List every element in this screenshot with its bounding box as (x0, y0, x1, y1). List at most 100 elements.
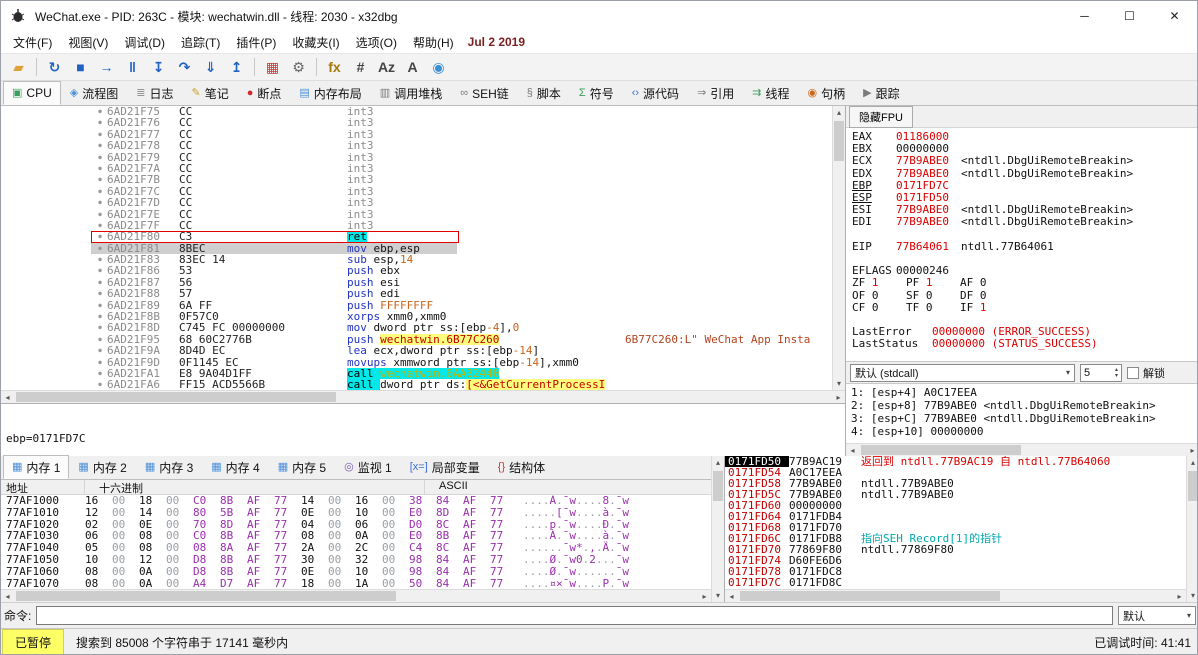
close-button[interactable]: ✕ (1152, 1, 1197, 31)
breakpoint-dot-icon[interactable]: ● (93, 265, 107, 276)
tab-notes[interactable]: ✎笔记 (182, 81, 237, 105)
breakpoint-dot-icon[interactable]: ● (93, 129, 107, 140)
scroll-down-icon[interactable]: ▾ (712, 589, 725, 602)
breakpoint-dot-icon[interactable]: ● (93, 106, 107, 117)
disassembly-view[interactable]: ●6AD21F75CCint3●6AD21F76CCint3●6AD21F77C… (1, 106, 845, 390)
assemble-button[interactable]: Az (374, 56, 399, 79)
breakpoint-dot-icon[interactable]: ● (93, 300, 107, 311)
dump-vscroll[interactable]: ▴ ▾ (711, 456, 724, 602)
flag-pf[interactable]: PF 1 (906, 277, 960, 289)
register-row[interactable]: CF 0TF 0IF 1 (852, 302, 1193, 314)
stack-hscroll[interactable]: ◂ ▸ (725, 589, 1186, 602)
breakpoint-dot-icon[interactable]: ● (93, 140, 107, 151)
register-row[interactable]: EFLAGS00000246 (852, 265, 1193, 277)
arguments-view[interactable]: 1: [esp+4] A0C17EEA2: [esp+8] 77B9ABE0 <… (846, 383, 1198, 443)
args-hscroll[interactable]: ◂ ▸ (846, 443, 1198, 456)
breakpoint-dot-icon[interactable]: ● (93, 368, 107, 379)
scroll-up-icon[interactable]: ▴ (833, 106, 846, 119)
tab-dump-3[interactable]: ▦内存 3 (136, 455, 202, 479)
dump-row[interactable]: 77AF107008000A00A4D7AF7718001A005084AF77… (1, 578, 711, 589)
stack-vscroll[interactable]: ▴ ▾ (1186, 456, 1198, 602)
breakpoint-dot-icon[interactable]: ● (93, 311, 107, 322)
menu-view[interactable]: 视图(V) (60, 31, 116, 54)
tab-dump-4[interactable]: ▦内存 4 (202, 455, 268, 479)
breakpoint-dot-icon[interactable]: ● (93, 288, 107, 299)
breakpoint-dot-icon[interactable]: ● (93, 379, 107, 390)
menu-plugins[interactable]: 插件(P) (228, 31, 284, 54)
flag-sf[interactable]: SF 0 (906, 290, 960, 302)
breakpoint-dot-icon[interactable]: ● (93, 277, 107, 288)
disasm-row[interactable]: ●6AD21F8857push edi (1, 288, 845, 299)
breakpoint-dot-icon[interactable]: ● (93, 174, 107, 185)
tab-references[interactable]: ⇒引用 (688, 81, 743, 105)
hide-fpu-button[interactable]: 隐藏FPU (849, 106, 913, 128)
tab-breakpoints[interactable]: ●断点 (238, 81, 291, 105)
breakpoint-dot-icon[interactable]: ● (93, 254, 107, 265)
breakpoint-dot-icon[interactable]: ● (93, 186, 107, 197)
stop-button[interactable]: ■ (68, 56, 93, 79)
scroll-left-icon[interactable]: ◂ (1, 391, 14, 404)
comments-button[interactable]: ◉ (426, 56, 451, 79)
flag-tf[interactable]: TF 0 (906, 302, 960, 314)
step-into-button[interactable]: ↧ (146, 56, 171, 79)
tab-threads[interactable]: ⇉线程 (743, 81, 798, 105)
breakpoint-dot-icon[interactable]: ● (93, 322, 107, 333)
menu-trace[interactable]: 追踪(T) (173, 31, 228, 54)
scroll-left-icon[interactable]: ◂ (1, 590, 14, 603)
tab-source[interactable]: ‹›源代码 (623, 81, 688, 105)
register-row[interactable]: ECX77B9ABE0<ntdll.DbgUiRemoteBreakin> (852, 155, 1193, 167)
flag-if[interactable]: IF 1 (960, 302, 1014, 314)
breakpoint-dot-icon[interactable]: ● (93, 231, 107, 242)
tab-dump-1[interactable]: ▦内存 1 (3, 455, 69, 479)
disasm-row[interactable]: ●6AD21F7DCCint3 (1, 197, 845, 208)
minimize-button[interactable]: ─ (1062, 1, 1107, 31)
settings-button[interactable]: ⚙ (286, 56, 311, 79)
breakpoint-dot-icon[interactable]: ● (93, 357, 107, 368)
spin-down-icon[interactable]: ▾ (1115, 373, 1118, 379)
register-row[interactable]: OF 0SF 0DF 0 (852, 290, 1193, 302)
disasm-row[interactable]: ●6AD21F80C3ret (1, 231, 845, 242)
patches-button[interactable]: # (348, 56, 373, 79)
breakpoint-dot-icon[interactable]: ● (93, 152, 107, 163)
scylla-button[interactable]: ▦ (260, 56, 285, 79)
tab-locals[interactable]: [x=]局部变量 (401, 455, 489, 479)
disasm-hscroll[interactable]: ◂ ▸ (1, 390, 845, 403)
flag-of[interactable]: OF 0 (852, 290, 906, 302)
argument-row[interactable]: 4: [esp+10] 00000000 (851, 425, 1194, 438)
scroll-right-icon[interactable]: ▸ (1173, 590, 1186, 603)
tab-dump-2[interactable]: ▦内存 2 (69, 455, 135, 479)
scroll-left-icon[interactable]: ◂ (725, 590, 738, 603)
command-input[interactable] (36, 606, 1113, 625)
disasm-vscroll[interactable]: ▴ ▾ (832, 106, 845, 390)
breakpoint-dot-icon[interactable]: ● (93, 197, 107, 208)
command-profile-select[interactable]: 默认 ▾ (1118, 606, 1196, 625)
tab-log[interactable]: ≣日志 (127, 81, 182, 105)
scroll-left-icon[interactable]: ◂ (846, 444, 859, 457)
scroll-right-icon[interactable]: ▸ (698, 590, 711, 603)
run-button[interactable]: → (94, 56, 119, 79)
breakpoint-dot-icon[interactable]: ● (93, 243, 107, 254)
dump-view[interactable]: 77AF100016001800C08BAF77140016003884AF77… (1, 495, 711, 589)
maximize-button[interactable]: ☐ (1107, 1, 1152, 31)
register-row[interactable]: EDI77B9ABE0<ntdll.DbgUiRemoteBreakin> (852, 216, 1193, 228)
register-row[interactable]: EDX77B9ABE0<ntdll.DbgUiRemoteBreakin> (852, 168, 1193, 180)
step-out-button[interactable]: ↥ (224, 56, 249, 79)
scroll-up-icon[interactable]: ▴ (1187, 456, 1198, 469)
breakpoint-dot-icon[interactable]: ● (93, 345, 107, 356)
argument-row[interactable]: 2: [esp+8] 77B9ABE0 <ntdll.DbgUiRemoteBr… (851, 399, 1194, 412)
tab-watch-1[interactable]: ◎监视 1 (335, 455, 401, 479)
menu-favourites[interactable]: 收藏夹(I) (284, 31, 347, 54)
stack-view[interactable]: 0171FD5077B9AC19返回到 ntdll.77B9AC19 自 ntd… (725, 456, 1186, 589)
stack-row[interactable]: 0171FD7C0171FD8C (725, 577, 1186, 588)
tab-trace[interactable]: ▶跟踪 (854, 81, 908, 105)
tab-seh-chain[interactable]: ∞SEH链 (451, 81, 518, 105)
tab-call-stack[interactable]: ▥调用堆栈 (371, 81, 451, 105)
argument-row[interactable]: 1: [esp+4] A0C17EEA (851, 386, 1194, 399)
breakpoint-dot-icon[interactable]: ● (93, 220, 107, 231)
scroll-right-icon[interactable]: ▸ (832, 391, 845, 404)
flag-af[interactable]: AF 0 (960, 277, 1014, 289)
flag-cf[interactable]: CF 0 (852, 302, 906, 314)
disasm-row[interactable]: ●6AD21F78CCint3 (1, 140, 845, 151)
highlight-button[interactable]: fx (322, 56, 347, 79)
disasm-row[interactable]: ●6AD21FA6FF15 ACD5566Bcall dword ptr ds:… (1, 379, 845, 390)
